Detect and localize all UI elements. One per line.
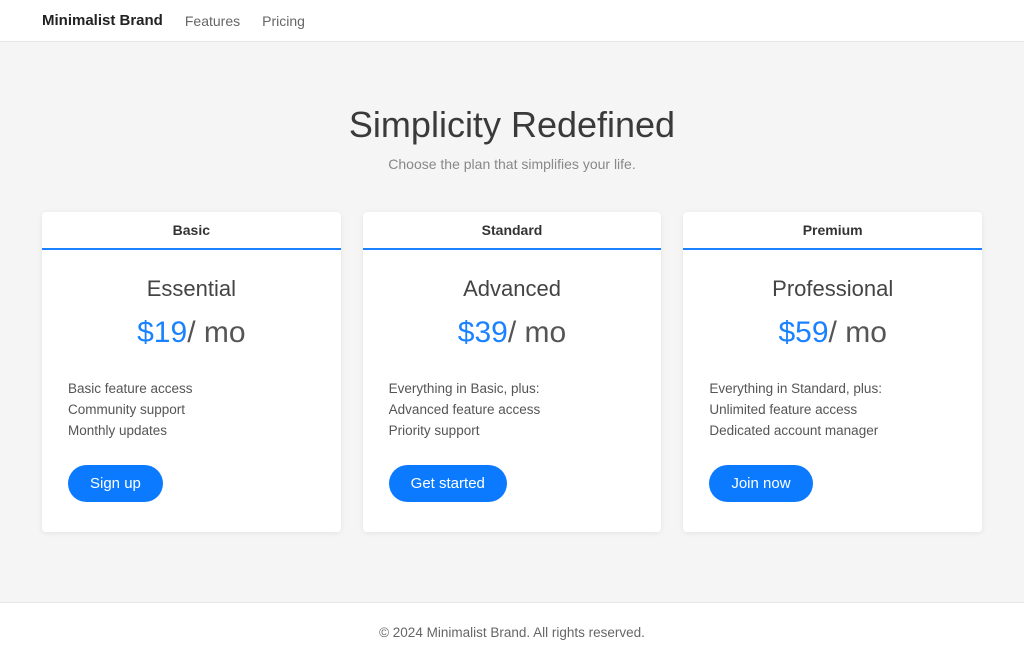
plan-features: Everything in Standard, plus: Unlimited … xyxy=(709,378,956,441)
plan-price-period: / mo xyxy=(508,316,566,349)
plan-tier-label: Premium xyxy=(683,212,982,250)
nav-features[interactable]: Features xyxy=(185,13,240,29)
plan-feature: Dedicated account manager xyxy=(709,420,956,441)
plan-feature: Advanced feature access xyxy=(389,399,636,420)
plan-price-period: / mo xyxy=(829,316,887,349)
site-footer: © 2024 Minimalist Brand. All rights rese… xyxy=(0,602,1024,662)
plan-price: $59/ mo xyxy=(709,316,956,350)
plan-feature: Basic feature access xyxy=(68,378,315,399)
plan-feature: Everything in Standard, plus: xyxy=(709,378,956,399)
plan-feature: Unlimited feature access xyxy=(709,399,956,420)
plan-feature: Monthly updates xyxy=(68,420,315,441)
copyright-text: © 2024 Minimalist Brand. All rights rese… xyxy=(379,625,645,640)
plan-name: Essential xyxy=(68,276,315,302)
plan-feature: Everything in Basic, plus: xyxy=(389,378,636,399)
plan-tier-label: Basic xyxy=(42,212,341,250)
nav-pricing[interactable]: Pricing xyxy=(262,13,305,29)
plan-features: Everything in Basic, plus: Advanced feat… xyxy=(389,378,636,441)
hero-subtitle: Choose the plan that simplifies your lif… xyxy=(20,156,1004,172)
get-started-button[interactable]: Get started xyxy=(389,465,507,502)
plan-basic: Basic Essential $19/ mo Basic feature ac… xyxy=(42,212,341,532)
hero-title: Simplicity Redefined xyxy=(20,104,1004,146)
plan-price: $39/ mo xyxy=(389,316,636,350)
plan-features: Basic feature access Community support M… xyxy=(68,378,315,441)
brand-name: Minimalist Brand xyxy=(42,12,163,29)
signup-button[interactable]: Sign up xyxy=(68,465,163,502)
plan-feature: Priority support xyxy=(389,420,636,441)
plan-premium: Premium Professional $59/ mo Everything … xyxy=(683,212,982,532)
plan-feature: Community support xyxy=(68,399,315,420)
plan-price-amount: $59 xyxy=(778,316,828,349)
plan-price: $19/ mo xyxy=(68,316,315,350)
plan-tier-label: Standard xyxy=(363,212,662,250)
join-now-button[interactable]: Join now xyxy=(709,465,812,502)
plan-price-amount: $19 xyxy=(137,316,187,349)
pricing-plans: Basic Essential $19/ mo Basic feature ac… xyxy=(12,212,1012,602)
plan-name: Professional xyxy=(709,276,956,302)
plan-standard: Standard Advanced $39/ mo Everything in … xyxy=(363,212,662,532)
site-header: Minimalist Brand Features Pricing xyxy=(0,0,1024,42)
plan-price-amount: $39 xyxy=(458,316,508,349)
hero: Simplicity Redefined Choose the plan tha… xyxy=(0,42,1024,212)
plan-name: Advanced xyxy=(389,276,636,302)
plan-price-period: / mo xyxy=(187,316,245,349)
